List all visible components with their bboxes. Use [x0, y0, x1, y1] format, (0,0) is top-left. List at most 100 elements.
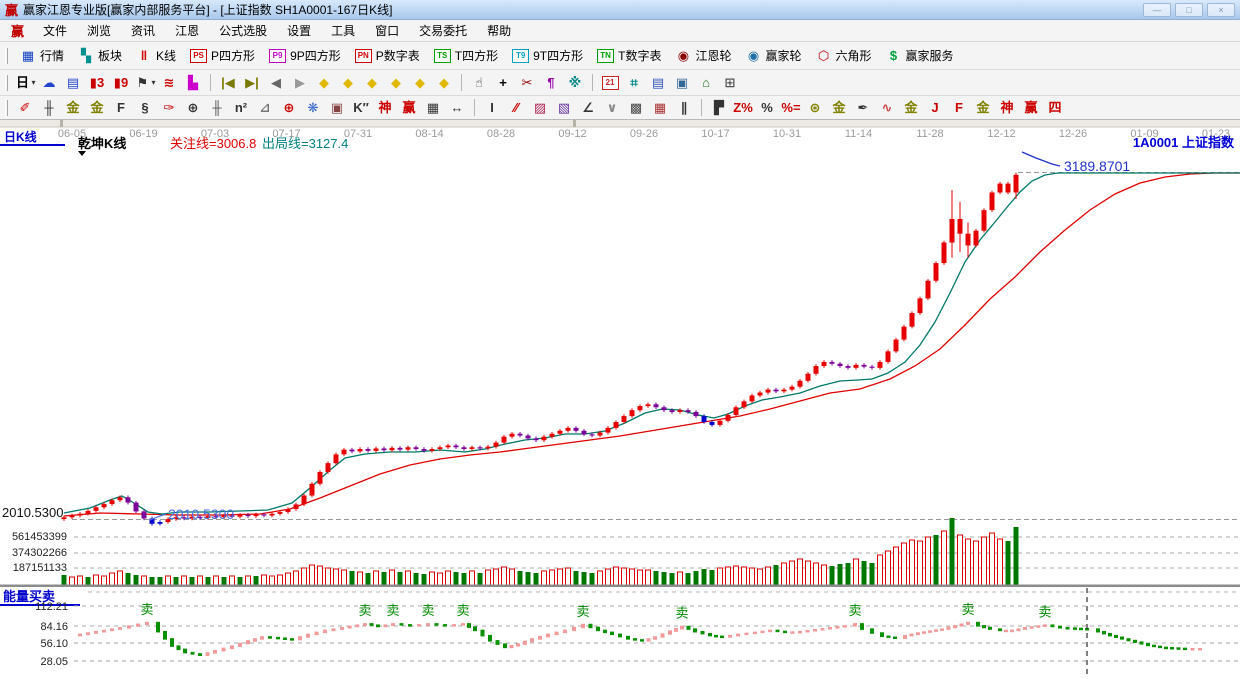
star-grid-button[interactable]: ❋: [302, 98, 324, 118]
period-daily-button[interactable]: 日 ▾: [14, 73, 36, 93]
bars-9-button[interactable]: ▮9: [110, 73, 132, 93]
expand-horizontal-button[interactable]: ◆: [361, 73, 383, 93]
t-number-table-button[interactable]: TN T数字表: [590, 45, 668, 66]
parallel-lines-button[interactable]: ∥: [673, 98, 695, 118]
p-number-table-button[interactable]: PN P数字表: [348, 45, 427, 66]
minimize-button[interactable]: —: [1143, 2, 1171, 17]
last-bar-button[interactable]: ▶|: [241, 73, 263, 93]
number-grid-button[interactable]: ▦: [422, 98, 444, 118]
ab-wave-button[interactable]: ∿: [876, 98, 898, 118]
j-angle-button[interactable]: J: [924, 98, 946, 118]
menu-item-gann[interactable]: 江恩: [165, 20, 209, 41]
menu-item-help[interactable]: 帮助: [477, 20, 521, 41]
calculator-button[interactable]: ⌗: [623, 73, 645, 93]
crosshair-tool-button[interactable]: +: [492, 73, 514, 93]
shrink-vertical-button[interactable]: ◆: [409, 73, 431, 93]
nine-p-square-button[interactable]: P9 9P四方形: [262, 45, 348, 66]
winner-wheel-button[interactable]: ◉ 赢家轮: [738, 45, 808, 66]
menu-item-tools[interactable]: 工具: [321, 20, 365, 41]
nine-t-square-button[interactable]: T9 9T四方形: [505, 45, 590, 66]
count-marks-button[interactable]: ▛: [708, 98, 730, 118]
menu-item-news[interactable]: 资讯: [121, 20, 165, 41]
bars-3-button[interactable]: ▮3: [86, 73, 108, 93]
gold-wave-button[interactable]: 金: [900, 98, 922, 118]
info-panel-button[interactable]: ▤: [62, 73, 84, 93]
pattern-box-button[interactable]: ▣: [326, 98, 348, 118]
sectors-button[interactable]: ▚ 板块: [71, 45, 129, 66]
percent-level-button[interactable]: %=: [780, 98, 802, 118]
ruler-grid-button[interactable]: ╫: [206, 98, 228, 118]
p-square-button[interactable]: PS P四方形: [183, 45, 262, 66]
notes-button[interactable]: ▤: [647, 73, 669, 93]
dense-grid-button[interactable]: ▩: [625, 98, 647, 118]
flag-tool-button[interactable]: ⚑ ▾: [134, 73, 156, 93]
next-bar-button[interactable]: ▶: [289, 73, 311, 93]
quotes-button[interactable]: ▦ 行情: [13, 45, 71, 66]
mark-tool-button[interactable]: ¶: [540, 73, 562, 93]
shift-left-button[interactable]: ◆: [313, 73, 335, 93]
shrink-horizontal-button[interactable]: ◆: [385, 73, 407, 93]
gold-grid-small-button[interactable]: 金: [62, 98, 84, 118]
percent-button[interactable]: %: [756, 98, 778, 118]
ying-angle-button[interactable]: 赢: [1020, 98, 1042, 118]
gold-level-button[interactable]: 金: [828, 98, 850, 118]
spiral-tool-button[interactable]: §: [134, 98, 156, 118]
gold-grid-large-button[interactable]: 金: [86, 98, 108, 118]
shen-grid-button[interactable]: 神: [374, 98, 396, 118]
maximize-button[interactable]: □: [1175, 2, 1203, 17]
fib-grid-button[interactable]: F: [110, 98, 132, 118]
si-angle-button[interactable]: 四: [1044, 98, 1066, 118]
print-button[interactable]: ⊞: [719, 73, 741, 93]
t-square-button[interactable]: TS T四方形: [427, 45, 505, 66]
measure-tool-button[interactable]: ✂: [516, 73, 538, 93]
close-button[interactable]: ×: [1207, 2, 1235, 17]
qiankun-pattern-button[interactable]: ≋: [158, 73, 180, 93]
time-grid-button[interactable]: ╫: [38, 98, 60, 118]
beam-tool-button[interactable]: I: [481, 98, 503, 118]
menu-item-window[interactable]: 窗口: [365, 20, 409, 41]
menu-item-formula-stock-pick[interactable]: 公式选股: [209, 20, 277, 41]
f-angle-button[interactable]: F: [948, 98, 970, 118]
angle-set-button[interactable]: ∠: [577, 98, 599, 118]
calendar-button[interactable]: 21: [599, 73, 621, 93]
cycle-circle-button[interactable]: ⊕: [182, 98, 204, 118]
kline-button[interactable]: ‖ K线: [129, 45, 183, 66]
chart-canvas[interactable]: 06-05 06-19 07-03 07-17 07-31 08-14 08-28 09-12…: [0, 120, 1240, 676]
gold-circle-button[interactable]: ⊛: [804, 98, 826, 118]
arrow-grid-button[interactable]: ▦: [649, 98, 671, 118]
volume-profile-button[interactable]: ▙: [182, 73, 204, 93]
chart-mode-button[interactable]: ☁: [38, 73, 60, 93]
zigzag-button[interactable]: ∨: [601, 98, 623, 118]
analysis-tool-button[interactable]: ※: [564, 73, 586, 93]
n-square-button[interactable]: n²: [230, 98, 252, 118]
expand-vertical-button[interactable]: ◆: [433, 73, 455, 93]
model-label[interactable]: 乾坤K线: [78, 136, 126, 151]
mirror-angle-button[interactable]: ⊿: [254, 98, 276, 118]
menu-item-settings[interactable]: 设置: [277, 20, 321, 41]
shift-right-button[interactable]: ◆: [337, 73, 359, 93]
shen-angle-button[interactable]: 神: [996, 98, 1018, 118]
pen-tool-button[interactable]: ✐: [14, 98, 36, 118]
pane-divider[interactable]: [0, 584, 1240, 588]
ying-grid-button[interactable]: 赢: [398, 98, 420, 118]
save-layout-button[interactable]: ▣: [671, 73, 693, 93]
menu-item-file[interactable]: 文件: [33, 20, 77, 41]
remote-service-button[interactable]: ⌂: [695, 73, 717, 93]
menu-item-browse[interactable]: 浏览: [77, 20, 121, 41]
fan-box-button[interactable]: ▨: [529, 98, 551, 118]
span-measure-button[interactable]: ↔: [446, 98, 468, 118]
first-bar-button[interactable]: |◀: [217, 73, 239, 93]
gann-target-button[interactable]: ⊕: [278, 98, 300, 118]
gold-angle-button[interactable]: 金: [972, 98, 994, 118]
model-dropdown-icon[interactable]: [78, 151, 86, 156]
marker-pen-button[interactable]: ✑: [158, 98, 180, 118]
fan-lines-button[interactable]: ∕∕: [505, 98, 527, 118]
line-box-button[interactable]: ▧: [553, 98, 575, 118]
ink-flag-button[interactable]: ✒: [852, 98, 874, 118]
hand-tool-button[interactable]: ☝: [468, 73, 490, 93]
gann-wheel-button[interactable]: ◉ 江恩轮: [668, 45, 738, 66]
menu-item-trade-order[interactable]: 交易委托: [409, 20, 477, 41]
winner-service-button[interactable]: $ 赢家服务: [879, 45, 961, 66]
prev-bar-button[interactable]: ◀: [265, 73, 287, 93]
percent-z-button[interactable]: Z%: [732, 98, 754, 118]
